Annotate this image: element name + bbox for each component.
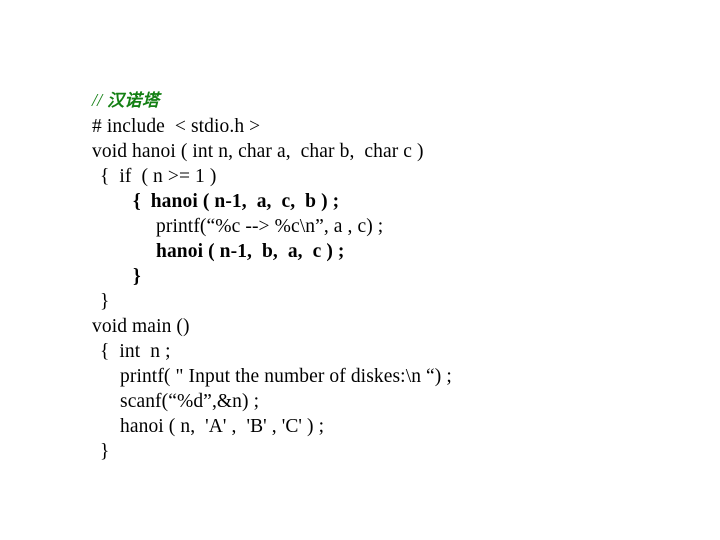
code-line-scanf-input: scanf(“%d”,&n) ; bbox=[120, 391, 260, 412]
code-line-declare-n: { int n ; bbox=[100, 341, 171, 362]
code-line-printf-move: printf(“%c --> %c\n”, a , c) ; bbox=[156, 216, 384, 237]
code-line-close-brace-main: } bbox=[100, 441, 110, 462]
code-line-include: # include < stdio.h > bbox=[92, 116, 261, 137]
code-line-main-signature: void main () bbox=[92, 316, 190, 337]
code-line-hanoi-signature: void hanoi ( int n, char a, char b, char… bbox=[92, 141, 424, 162]
code-line-hanoi-recurse-first: { hanoi ( n-1, a, c, b ) ; bbox=[133, 191, 340, 212]
comment-slashes: // bbox=[92, 90, 103, 110]
code-line-close-brace-hanoi: } bbox=[100, 291, 110, 312]
code-line-hanoi-call: hanoi ( n, 'A' , 'B' , 'C' ) ; bbox=[120, 416, 325, 437]
code-line-close-brace-if: } bbox=[133, 266, 141, 287]
code-listing: // 汉诺塔 # include < stdio.h > void hanoi … bbox=[0, 88, 720, 464]
slide-canvas: // 汉诺塔 # include < stdio.h > void hanoi … bbox=[0, 0, 720, 540]
code-line-if-condition: { if ( n >= 1 ) bbox=[100, 166, 217, 187]
comment-text-cjk: 汉诺塔 bbox=[107, 91, 160, 111]
code-line-hanoi-recurse-second: hanoi ( n-1, b, a, c ) ; bbox=[156, 241, 345, 262]
code-line-printf-prompt: printf( " Input the number of diskes:\n … bbox=[120, 366, 452, 387]
code-line-comment: // 汉诺塔 bbox=[0, 88, 720, 114]
